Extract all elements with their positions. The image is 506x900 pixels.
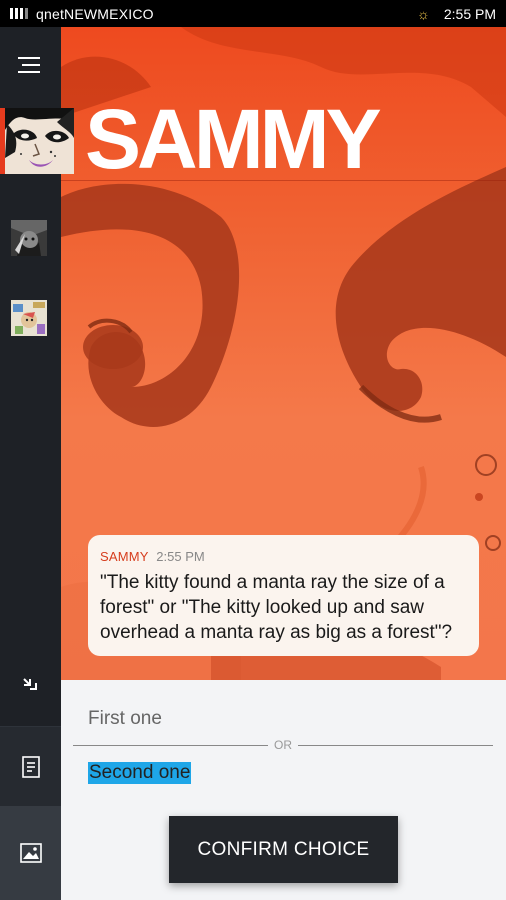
status-bar: qnetNEWMEXICO ☼ 2:55 PM (0, 0, 506, 27)
choice-option-first[interactable]: First one (88, 708, 162, 730)
menu-icon[interactable] (18, 57, 40, 75)
divider-or-label: OR (274, 738, 292, 752)
carrier-name: qnetNEWMEXICO (36, 5, 154, 22)
choice-divider: OR (73, 738, 493, 752)
character-hero: SAMMY SAMMY 2:55 PM "The kitty found a m… (61, 27, 506, 680)
choice-panel: First one OR Second one CONFIRM CHOICE (61, 680, 506, 900)
divider-line (73, 744, 268, 746)
character-name: SAMMY (85, 92, 382, 186)
avatar-sammy[interactable] (0, 108, 74, 174)
journal-icon (21, 755, 40, 778)
message-bubble: SAMMY 2:55 PM "The kitty found a manta r… (88, 535, 479, 656)
gallery-icon (19, 843, 42, 863)
status-time: 2:55 PM (443, 5, 496, 22)
message-meta: SAMMY 2:55 PM (100, 549, 467, 564)
collapse-icon[interactable] (20, 675, 38, 693)
avatar-character-3[interactable] (11, 300, 47, 336)
message-time: 2:55 PM (156, 549, 205, 564)
sun-icon: ☼ (417, 5, 430, 22)
confirm-choice-button[interactable]: CONFIRM CHOICE (169, 816, 398, 883)
sidebar (0, 27, 74, 900)
message-sender: SAMMY (100, 549, 149, 564)
journal-nav-button[interactable] (0, 726, 61, 806)
divider-line (298, 744, 493, 746)
choice-option-second[interactable]: Second one (88, 762, 192, 784)
signal-icon (10, 8, 28, 19)
avatar-character-2[interactable] (11, 220, 47, 256)
message-text: "The kitty found a manta ray the size of… (100, 572, 453, 643)
gallery-nav-button[interactable] (0, 806, 61, 900)
